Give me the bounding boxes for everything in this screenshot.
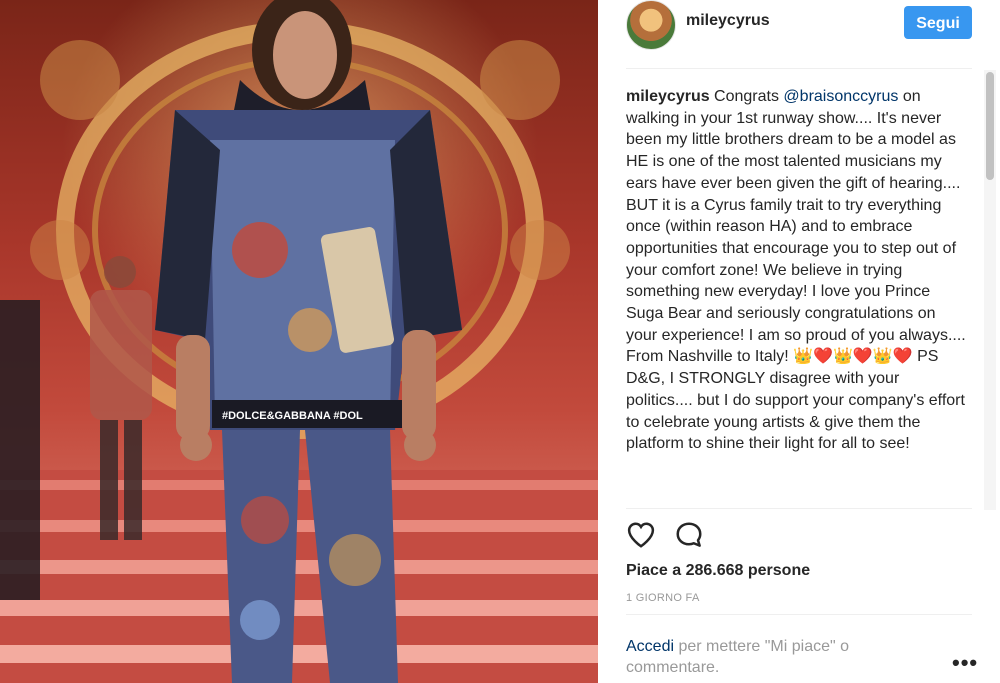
caption-divider (626, 508, 972, 509)
crown-emoji: 👑 (833, 348, 853, 366)
heart-outline-icon[interactable] (626, 520, 658, 552)
caption-username[interactable]: mileycyrus (626, 88, 710, 105)
header-divider (626, 68, 972, 69)
left-edge-figure (0, 300, 40, 600)
ellipsis-icon[interactable]: ••• (952, 650, 978, 676)
shirt-print-text: #DOLCE&GABBANA #DOL (222, 410, 363, 422)
speech-bubble-icon[interactable] (674, 520, 706, 552)
like-count[interactable]: Piace a 286.668 persone (626, 562, 810, 580)
footer-divider (626, 614, 972, 615)
runway-stairs (0, 470, 598, 683)
caption-text-body: on walking in your 1st runway show.... I… (626, 88, 966, 366)
caption-scrollbar-thumb[interactable] (986, 72, 994, 180)
post-photo[interactable]: #DOLCE&GABBANA #DOL (0, 0, 598, 683)
profile-avatar[interactable] (626, 0, 676, 50)
post-details-panel: mileycyrus Segui mileycyrus Congrats @br… (598, 0, 1000, 683)
runway-photo-illustration: #DOLCE&GABBANA #DOL (0, 0, 598, 683)
post-caption: mileycyrus Congrats @braisonccyrus on wa… (626, 86, 966, 455)
caption-text-start: Congrats (709, 88, 784, 105)
heart-emoji: ❤️ (892, 348, 913, 366)
login-link[interactable]: Accedi (626, 638, 674, 655)
crown-emoji: 👑 (793, 348, 814, 366)
follow-button[interactable]: Segui (904, 6, 972, 39)
login-prompt: Accedi per mettere "Mi piace" o commenta… (626, 636, 926, 678)
post-author-username[interactable]: mileycyrus (686, 12, 770, 30)
crown-emoji: 👑 (872, 348, 893, 366)
heart-emoji: ❤️ (852, 348, 873, 366)
post-header: mileycyrus Segui (598, 0, 1000, 68)
heart-emoji: ❤️ (813, 348, 833, 366)
post-timestamp[interactable]: 1 GIORNO FA (626, 592, 700, 604)
caption-mention-link[interactable]: @braisonccyrus (783, 88, 898, 105)
